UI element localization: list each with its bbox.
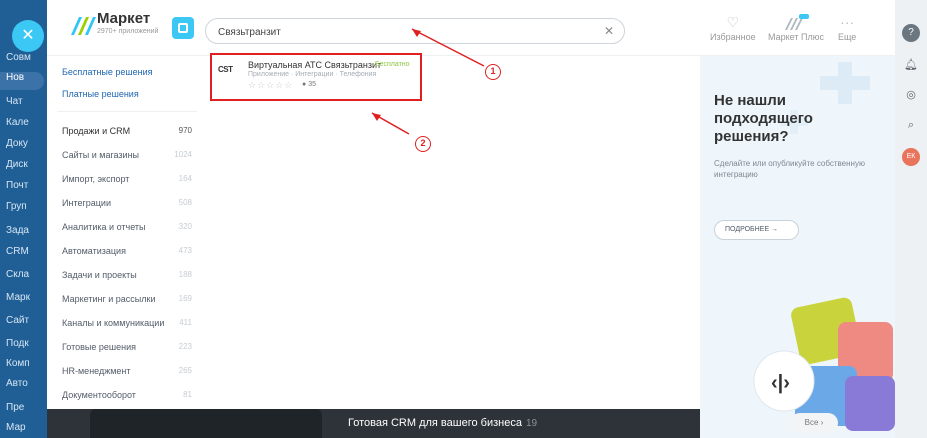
market-plus-link[interactable]: Маркет Плюс (768, 14, 824, 42)
more-label: Еще (838, 32, 857, 42)
category-count: 265 (178, 366, 192, 375)
close-icon[interactable]: ✕ (12, 20, 44, 52)
category-count: 223 (178, 342, 192, 351)
right-toolbar: ? 🔔︎ ◎ ⌕ ЕК (895, 0, 927, 438)
category-label: HR-менеджмент (62, 366, 131, 376)
app-menu-item[interactable]: Кале (0, 117, 47, 135)
category-count: 508 (178, 198, 192, 207)
app-menu-item[interactable]: Диск (0, 159, 47, 177)
category-item[interactable]: Задачи и проекты 188 (62, 270, 192, 280)
crm-banner[interactable]: Готовая CRM для вашего бизнеса 19 (47, 409, 700, 438)
banner-title-text: Готовая CRM для вашего бизнеса (348, 417, 522, 429)
arrow-right-icon: → (770, 226, 778, 233)
app-menu-item[interactable]: Мар (0, 422, 47, 438)
promo-title: Не нашли подходящего решения? (714, 92, 813, 145)
category-count: 81 (183, 390, 192, 399)
annotation-marker: 2 (415, 136, 431, 152)
app-menu-item[interactable]: Груп (0, 201, 47, 219)
category-label: Автоматизация (62, 246, 126, 256)
promo-button-label: ПОДРОБНЕЕ (725, 226, 770, 233)
category-item[interactable]: Аналитика и отчеты 320 (62, 222, 192, 232)
category-item[interactable]: HR-менеджмент 265 (62, 366, 192, 376)
bell-icon[interactable]: 🔔︎ (902, 56, 920, 74)
app-menu-item[interactable]: Марк (0, 292, 47, 310)
app-menu-item[interactable]: Подк (0, 338, 47, 356)
category-label: Документооборот (62, 390, 136, 400)
promo-more-button[interactable]: ПОДРОБНЕЕ → (714, 220, 799, 240)
category-count: 473 (178, 246, 192, 255)
promo-text: Сделайте или опубликуйте собственную инт… (714, 159, 865, 179)
category-label: Маркетинг и рассылки (62, 294, 156, 304)
app-menu-item[interactable]: Сайт (0, 315, 47, 333)
category-count: 320 (178, 222, 192, 231)
app-sidebar: ✕ Совм Нов Чат Кале Доку Диск Почт Груп … (0, 0, 47, 438)
category-label: Интеграции (62, 198, 111, 208)
favorites-label: Избранное (710, 32, 756, 42)
category-item[interactable]: Готовые решения 223 (62, 342, 192, 352)
category-item[interactable]: Маркетинг и рассылки 169 (62, 294, 192, 304)
category-label: Каналы и коммуникации (62, 318, 165, 328)
category-label: Задачи и проекты (62, 270, 137, 280)
app-menu-item[interactable]: Нов (0, 72, 44, 90)
annotation-arrows (371, 28, 485, 135)
search-icon[interactable]: ⌕ (902, 116, 920, 134)
app-menu-item[interactable]: Авто (0, 378, 47, 396)
category-count: 169 (178, 294, 192, 303)
category-label: Аналитика и отчеты (62, 222, 146, 232)
app-menu-item[interactable]: Зада (0, 225, 47, 243)
app-menu-item[interactable]: Почт (0, 180, 47, 198)
app-menu-item[interactable]: Пре (0, 402, 47, 420)
category-item[interactable]: Импорт, экспорт 164 (62, 174, 192, 184)
market-panel: Маркет 2970+ приложений ✕ ♡ Избранное Ма… (47, 0, 895, 438)
banner-all-label: Все (804, 418, 819, 427)
category-count: 164 (178, 174, 192, 183)
favorites-link[interactable]: ♡ Избранное (710, 14, 756, 42)
banner-all-button[interactable]: Все › (790, 413, 838, 433)
banner-title: Готовая CRM для вашего бизнеса 19 (348, 417, 537, 429)
category-count: 411 (179, 318, 192, 327)
more-icon: ··· (840, 14, 855, 30)
app-menu-item[interactable]: Доку (0, 138, 47, 156)
app-menu-item[interactable]: Комп (0, 358, 47, 376)
market-plus-icon (768, 14, 824, 32)
app-menu-item[interactable]: Совм (0, 52, 47, 70)
avatar[interactable]: ЕК (902, 148, 920, 166)
promo-panel: ‹|› Не нашли подходящего решения? Сделай… (700, 56, 895, 438)
market-plus-label: Маркет Плюс (768, 32, 824, 42)
help-icon[interactable]: ? (902, 24, 920, 42)
category-count: 188 (178, 270, 192, 279)
app-menu-item[interactable]: Скла (0, 269, 47, 287)
banner-count: 19 (525, 418, 538, 429)
heart-icon: ♡ (726, 14, 740, 30)
app-menu-item[interactable]: Чат (0, 96, 47, 114)
category-label: Готовые решения (62, 342, 136, 352)
banner-image (90, 409, 322, 438)
category-label: Импорт, экспорт (62, 174, 130, 184)
app-menu-item[interactable]: CRM (0, 246, 47, 264)
category-item[interactable]: Автоматизация 473 (62, 246, 192, 256)
category-item[interactable]: Документооборот 81 (62, 390, 192, 400)
more-link[interactable]: ··· Еще (838, 14, 856, 42)
timer-icon[interactable]: ◎ (902, 86, 920, 104)
category-item[interactable]: Интеграции 508 (62, 198, 192, 208)
svg-text:‹|›: ‹|› (771, 372, 790, 394)
category-item[interactable]: Каналы и коммуникации 411 (62, 318, 192, 328)
annotation-marker: 1 (485, 64, 501, 80)
